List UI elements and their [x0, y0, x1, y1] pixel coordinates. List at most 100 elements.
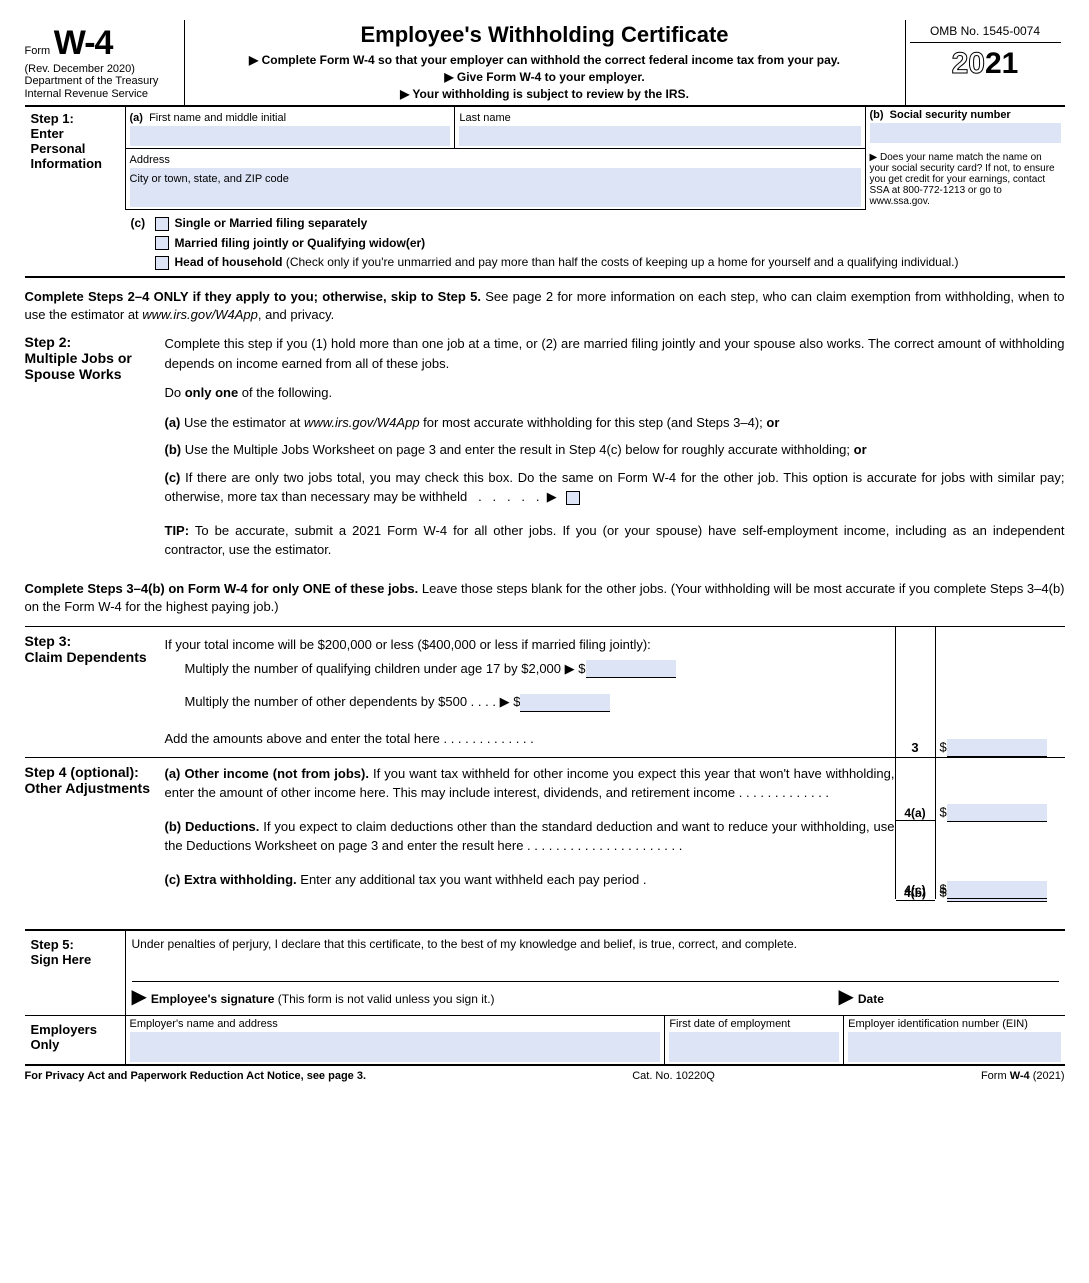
- header-center: Employee's Withholding Certificate ▶ Com…: [185, 20, 905, 105]
- step3-label: Step 3: Claim Dependents: [25, 627, 165, 757]
- employer-name-input[interactable]: [130, 1032, 661, 1062]
- ssn-box: (b) Social security number: [865, 107, 1065, 149]
- footer: For Privacy Act and Paperwork Reduction …: [25, 1066, 1065, 1082]
- last-name-input[interactable]: [459, 126, 860, 146]
- header-sub3: ▶ Your withholding is subject to review …: [193, 86, 897, 103]
- label-b: (b): [870, 109, 884, 121]
- checkbox-hoh[interactable]: [155, 256, 169, 270]
- form-number: W-4: [54, 24, 113, 62]
- city-input[interactable]: [130, 187, 861, 207]
- line-4c-num: 4(c): [896, 883, 935, 897]
- step5-title: Step 5:: [31, 937, 119, 952]
- step2-title: Step 2:: [25, 334, 155, 350]
- step2-tip: TIP: To be accurate, submit a 2021 Form …: [165, 521, 1065, 560]
- step3-children: Multiply the number of qualifying childr…: [165, 657, 895, 680]
- checkbox-2c[interactable]: [566, 491, 580, 505]
- first-name-box: (a) First name and middle initial: [125, 107, 455, 149]
- form-prefix: Form: [25, 45, 51, 57]
- step2-doone: Do only one of the following.: [165, 383, 1065, 403]
- first-date-box: First date of employment: [664, 1016, 843, 1064]
- step2-label: Step 2: Multiple Jobs or Spouse Works: [25, 334, 165, 570]
- other-dep-amount-input[interactable]: [520, 694, 610, 712]
- header-right: OMB No. 1545-0074 2021: [905, 20, 1065, 105]
- joint-label: Married filing jointly or Qualifying wid…: [175, 236, 426, 250]
- omb-number: OMB No. 1545-0074: [910, 24, 1061, 43]
- form-dept: Department of the Treasury: [25, 75, 178, 88]
- line-4c-input[interactable]: [947, 881, 1047, 899]
- city-box: City or town, state, and ZIP code: [125, 168, 865, 210]
- header-left: Form W-4 (Rev. December 2020) Department…: [25, 20, 185, 105]
- step3-numcol: 3: [895, 627, 935, 757]
- form-year: 2021: [910, 47, 1061, 81]
- first-date-label: First date of employment: [669, 1018, 790, 1030]
- ssn-label: Social security number: [890, 109, 1011, 121]
- step2-content: Complete this step if you (1) hold more …: [165, 334, 1065, 570]
- children-amount-input[interactable]: [586, 660, 676, 678]
- step4-content: (a) Other income (not from jobs). If you…: [165, 758, 895, 900]
- step5-content: Under penalties of perjury, I declare th…: [125, 931, 1065, 1015]
- header: Form W-4 (Rev. December 2020) Department…: [25, 20, 1065, 107]
- first-date-input[interactable]: [669, 1032, 839, 1062]
- last-name-box: Last name: [454, 107, 864, 149]
- line-4a-num: 4(a): [896, 806, 935, 821]
- step2-opt-c: (c) If there are only two jobs total, yo…: [165, 468, 1065, 507]
- instructions-24: Complete Steps 2–4 ONLY if they apply to…: [25, 288, 1065, 324]
- footer-form: Form W-4 (2021): [981, 1070, 1065, 1082]
- step1: Step 1: Enter Personal Information (a) F…: [25, 107, 1065, 278]
- step5-label: Step 5: Sign Here: [25, 931, 125, 1015]
- declaration-text: Under penalties of perjury, I declare th…: [132, 937, 1059, 951]
- employers-label: Employers Only: [25, 1016, 125, 1064]
- step4-title: Step 4 (optional):: [25, 764, 159, 780]
- step3-add: Add the amounts above and enter the tota…: [165, 727, 895, 750]
- step4-numcol: 4(a) 4(b) 4(c): [895, 758, 935, 900]
- step3-subtitle: Claim Dependents: [25, 649, 159, 665]
- filing-status: (c) Single or Married filing separately …: [125, 210, 1065, 276]
- year-outline: 20: [952, 47, 985, 80]
- step4-c: (c) Extra withholding. Enter any additio…: [165, 870, 895, 890]
- line-4a-input[interactable]: [947, 804, 1047, 822]
- signature-box: ▶Employee's signature (This form is not …: [132, 984, 839, 1009]
- step3-other: Multiply the number of other dependents …: [165, 690, 895, 713]
- ein-input[interactable]: [848, 1032, 1060, 1062]
- checkbox-joint[interactable]: [155, 236, 169, 250]
- step3-valcol: $: [935, 627, 1065, 757]
- step4-valcol: $ $ $: [935, 758, 1065, 900]
- header-sub1: ▶ Complete Form W-4 so that your employe…: [193, 52, 897, 69]
- line-3-input[interactable]: [947, 739, 1047, 757]
- first-name-input[interactable]: [130, 126, 451, 146]
- step2: Step 2: Multiple Jobs or Spouse Works Co…: [25, 334, 1065, 570]
- step4-label: Step 4 (optional): Other Adjustments: [25, 758, 165, 900]
- footer-cat: Cat. No. 10220Q: [632, 1070, 715, 1082]
- step4-a: (a) Other income (not from jobs). If you…: [165, 764, 895, 803]
- step1-label: Step 1: Enter Personal Information: [25, 107, 125, 276]
- first-name-label: First name and middle initial: [149, 112, 286, 124]
- last-name-label: Last name: [459, 112, 510, 124]
- step5-subtitle: Sign Here: [31, 952, 119, 967]
- step1-fields: (a) First name and middle initial Last n…: [125, 107, 1065, 276]
- step3: Step 3: Claim Dependents If your total i…: [25, 626, 1065, 757]
- step2-subtitle: Multiple Jobs or Spouse Works: [25, 350, 155, 382]
- instructions-34b: Complete Steps 3–4(b) on Form W-4 for on…: [25, 580, 1065, 616]
- name-match-box: ▶ Does your name match the name on your …: [865, 149, 1065, 210]
- name-match-text: ▶ Does your name match the name on your …: [870, 152, 1055, 207]
- step3-title: Step 3:: [25, 633, 159, 649]
- ein-label: Employer identification number (EIN): [848, 1018, 1028, 1030]
- label-c: (c): [131, 216, 146, 230]
- ssn-input[interactable]: [870, 123, 1061, 143]
- step2-opt-b: (b) Use the Multiple Jobs Worksheet on p…: [165, 440, 1065, 460]
- step5: Step 5: Sign Here Under penalties of per…: [25, 929, 1065, 1016]
- date-mark-icon: ▶: [839, 986, 854, 1008]
- employer-name-label: Employer's name and address: [130, 1018, 278, 1030]
- step2-intro: Complete this step if you (1) hold more …: [165, 334, 1065, 373]
- date-box: ▶Date: [839, 984, 1059, 1009]
- employers-only: Employers Only Employer's name and addre…: [25, 1016, 1065, 1066]
- form-irs: Internal Revenue Service: [25, 88, 178, 101]
- step4-subtitle: Other Adjustments: [25, 780, 159, 796]
- hoh-label: (Check only if you're unmarried and pay …: [286, 255, 959, 269]
- single-label: Single or Married filing separately: [175, 216, 368, 230]
- header-sub2: ▶ Give Form W-4 to your employer.: [193, 69, 897, 86]
- year-bold: 21: [985, 47, 1018, 80]
- label-a: (a): [130, 112, 143, 124]
- checkbox-single[interactable]: [155, 217, 169, 231]
- form-title: Employee's Withholding Certificate: [193, 22, 897, 48]
